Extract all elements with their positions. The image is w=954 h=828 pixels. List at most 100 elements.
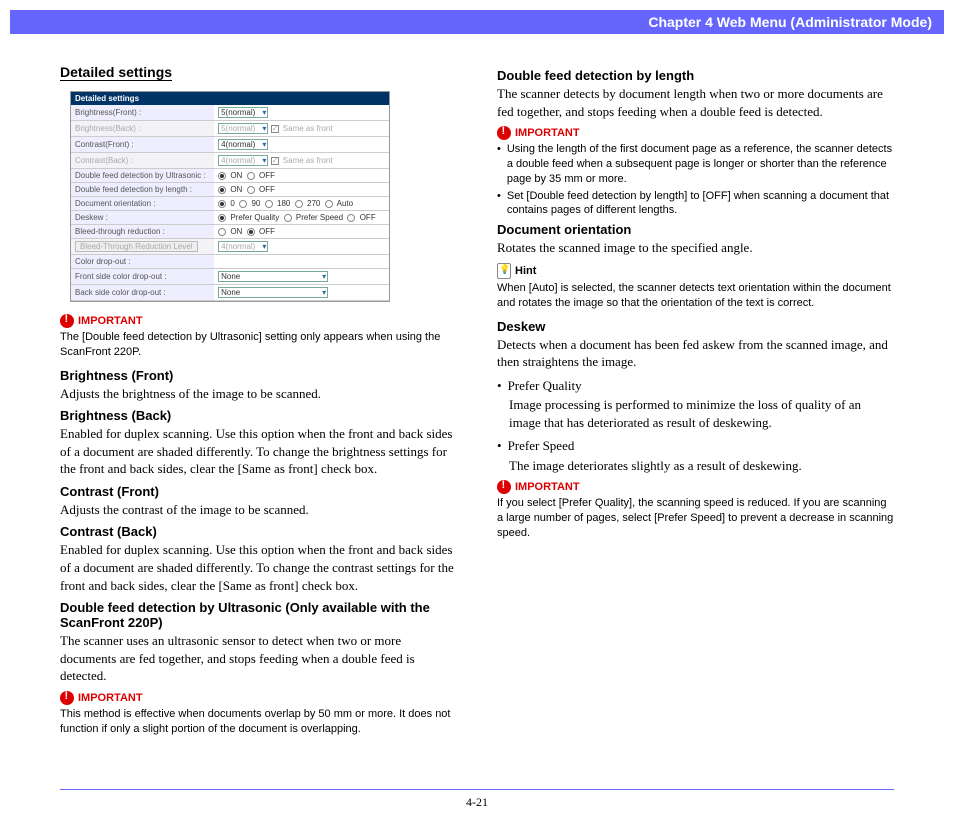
select[interactable]: None [218,271,328,282]
row-label: Deskew : [71,211,214,225]
row-control[interactable]: Prefer Quality Prefer Speed OFF [214,211,389,225]
subhead-deskew: Deskew [497,319,894,334]
important-bullet-2: •Set [Double feed detection by length] t… [497,189,894,219]
important-icon [497,480,511,494]
important-callout-1: IMPORTANT [60,314,457,328]
important-icon [60,314,74,328]
right-column: Double feed detection by length The scan… [497,64,894,744]
radio[interactable] [218,214,226,222]
chapter-header: Chapter 4 Web Menu (Administrator Mode) [10,10,944,34]
row-control[interactable]: None [214,269,389,285]
important-text-1: The [Double feed detection by Ultrasonic… [60,330,457,360]
subhead-orientation: Document orientation [497,222,894,237]
subhead-contrast-front: Contrast (Front) [60,484,457,499]
select[interactable]: 5(normal) [218,123,268,134]
radio[interactable] [295,200,303,208]
important-label: IMPORTANT [78,692,143,704]
radio[interactable] [284,214,292,222]
table-row: Deskew : Prefer Quality Prefer Speed OFF [71,211,389,225]
row-control[interactable]: 4(normal) [214,239,389,255]
row-control[interactable]: None [214,285,389,301]
important-icon [497,126,511,140]
row-control[interactable]: ON OFF [214,169,389,183]
subhead-contrast-back: Contrast (Back) [60,524,457,539]
radio-off[interactable] [247,186,255,194]
subhead-ultrasonic: Double feed detection by Ultrasonic (Onl… [60,600,457,630]
table-row: Double feed detection by Ultrasonic : ON… [71,169,389,183]
important-label: IMPORTANT [515,127,580,139]
bullet-text: Set [Double feed detection by length] to… [507,189,894,219]
row-control[interactable] [214,255,389,269]
table-row: Front side color drop-out :None [71,269,389,285]
checkbox[interactable] [271,125,279,133]
row-label: Color drop-out : [71,255,214,269]
select[interactable]: None [218,287,328,298]
row-control[interactable]: 4(normal) Same as front [214,153,389,169]
important-bullet-1: •Using the length of the first document … [497,142,894,187]
important-callout-2: IMPORTANT [60,691,457,705]
row-control[interactable]: 4(normal) [214,137,389,153]
important-callout-3: IMPORTANT [497,126,894,140]
button-disabled: Bleed-Through Reduction Level [75,241,198,252]
important-callout-4: IMPORTANT [497,480,894,494]
hint-text: When [Auto] is selected, the scanner det… [497,281,894,311]
row-label: Bleed-through reduction : [71,225,214,239]
radio-on[interactable] [218,172,226,180]
important-label: IMPORTANT [515,481,580,493]
left-column: Detailed settings Detailed settings Brig… [60,64,457,744]
radio[interactable] [239,200,247,208]
radio[interactable] [347,214,355,222]
page-content: Detailed settings Detailed settings Brig… [0,34,954,744]
page-number: 4-21 [466,795,488,809]
radio[interactable] [325,200,333,208]
important-icon [60,691,74,705]
table-row: Back side color drop-out : None [71,285,389,301]
bullet-label: Prefer Quality [508,377,582,395]
table-row: Brightness(Front) :5(normal) [71,105,389,121]
select[interactable]: 4(normal) [218,155,268,166]
subhead-brightness-front: Brightness (Front) [60,368,457,383]
row-control[interactable]: 5(normal) [214,105,389,121]
subhead-brightness-back: Brightness (Back) [60,408,457,423]
checkbox[interactable] [271,157,279,165]
radio-off[interactable] [247,228,255,236]
table-row: Brightness(Back) :5(normal) Same as fron… [71,121,389,137]
bullet-prefer-speed: •Prefer Speed [497,437,894,455]
section-title-detailed: Detailed settings [60,64,172,81]
important-label: IMPORTANT [78,315,143,327]
body-contrast-front: Adjusts the contrast of the image to be … [60,501,457,519]
hint-icon [497,263,511,279]
row-control[interactable]: 5(normal) Same as front [214,121,389,137]
row-label: Back side color drop-out : [71,285,214,301]
row-control[interactable]: 0 90 180 270 Auto [214,197,389,211]
select: 4(normal) [218,241,268,252]
body-contrast-back: Enabled for duplex scanning. Use this op… [60,541,457,594]
prefer-speed-text: The image deteriorates slightly as a res… [509,457,894,475]
body-deskew: Detects when a document has been fed ask… [497,336,894,371]
row-control[interactable]: ON OFF [214,183,389,197]
row-control[interactable]: ON OFF [214,225,389,239]
select[interactable]: 4(normal) [218,139,268,150]
important-text-2: This method is effective when documents … [60,707,457,737]
select[interactable]: 5(normal) [218,107,268,118]
body-dfd-length: The scanner detects by document length w… [497,85,894,120]
bullet-text: Using the length of the first document p… [507,142,894,187]
subhead-dfd-length: Double feed detection by length [497,68,894,83]
table-row: Color drop-out : [71,255,389,269]
page-footer: 4-21 [60,789,894,810]
body-brightness-back: Enabled for duplex scanning. Use this op… [60,425,457,478]
row-label: Double feed detection by Ultrasonic : [71,169,214,183]
radio-on[interactable] [218,228,226,236]
body-ultrasonic: The scanner uses an ultrasonic sensor to… [60,632,457,685]
hint-label: Hint [515,265,536,277]
radio-on[interactable] [218,186,226,194]
table-row: Contrast(Front) : 4(normal) [71,137,389,153]
radio[interactable] [218,200,226,208]
radio[interactable] [265,200,273,208]
bullet-label: Prefer Speed [508,437,575,455]
table-row: Bleed-through reduction : ON OFF [71,225,389,239]
row-label: Contrast(Front) : [71,137,214,153]
table-row: Contrast(Back) :4(normal) Same as front [71,153,389,169]
radio-off[interactable] [247,172,255,180]
settings-table: Brightness(Front) :5(normal)Brightness(B… [71,105,389,301]
